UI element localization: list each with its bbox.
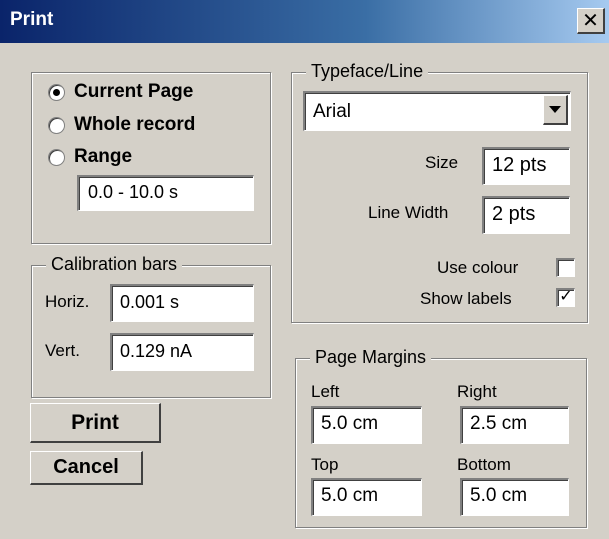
- close-button[interactable]: ✕: [577, 8, 605, 34]
- close-icon: ✕: [582, 9, 599, 32]
- size-label: Size: [425, 153, 459, 172]
- radio-label: Whole record: [74, 114, 196, 135]
- line-width-input[interactable]: 2 pts: [482, 196, 570, 234]
- window-title: Print: [10, 9, 54, 30]
- top-margin-label: Top: [311, 455, 339, 474]
- radio-button-icon: [48, 116, 65, 134]
- font-select-value: Arial: [313, 101, 352, 122]
- use-colour-checkbox[interactable]: [556, 258, 575, 277]
- radio-label: Current Page: [74, 81, 194, 102]
- radio-current-page[interactable]: Current Page: [48, 81, 193, 103]
- bottom-margin-input[interactable]: 5.0 cm: [460, 478, 569, 516]
- show-labels-checkbox[interactable]: ✓: [556, 288, 575, 307]
- cancel-button[interactable]: Cancel: [30, 451, 143, 485]
- left-margin-input[interactable]: 5.0 cm: [311, 406, 422, 444]
- range-input[interactable]: 0.0 - 10.0 s: [77, 175, 254, 211]
- calibration-bars-title: Calibration bars: [46, 254, 183, 275]
- horiz-input[interactable]: 0.001 s: [110, 284, 254, 322]
- radio-button-icon: [48, 148, 65, 166]
- use-colour-label: Use colour: [437, 258, 519, 277]
- title-bar[interactable]: Print ✕: [0, 0, 609, 43]
- print-button[interactable]: Print: [30, 403, 161, 443]
- right-margin-label: Right: [457, 382, 497, 401]
- bottom-margin-label: Bottom: [457, 455, 511, 474]
- radio-button-icon: [48, 83, 65, 101]
- typeface-line-title: Typeface/Line: [306, 61, 429, 82]
- radio-label: Range: [74, 146, 133, 167]
- font-select[interactable]: Arial: [303, 91, 571, 131]
- right-margin-input[interactable]: 2.5 cm: [460, 406, 569, 444]
- left-margin-label: Left: [311, 382, 340, 401]
- checkmark-icon: ✓: [559, 288, 573, 305]
- radio-whole-record[interactable]: Whole record: [48, 114, 195, 136]
- show-labels-label: Show labels: [420, 289, 512, 308]
- page-margins-title: Page Margins: [310, 347, 432, 368]
- vert-input[interactable]: 0.129 nA: [110, 333, 254, 371]
- chevron-down-icon[interactable]: [543, 95, 568, 125]
- vert-label: Vert.: [45, 341, 80, 360]
- line-width-label: Line Width: [368, 203, 449, 222]
- radio-range[interactable]: Range: [48, 146, 132, 168]
- top-margin-input[interactable]: 5.0 cm: [311, 478, 422, 516]
- horiz-label: Horiz.: [45, 292, 90, 311]
- size-input[interactable]: 12 pts: [482, 147, 570, 185]
